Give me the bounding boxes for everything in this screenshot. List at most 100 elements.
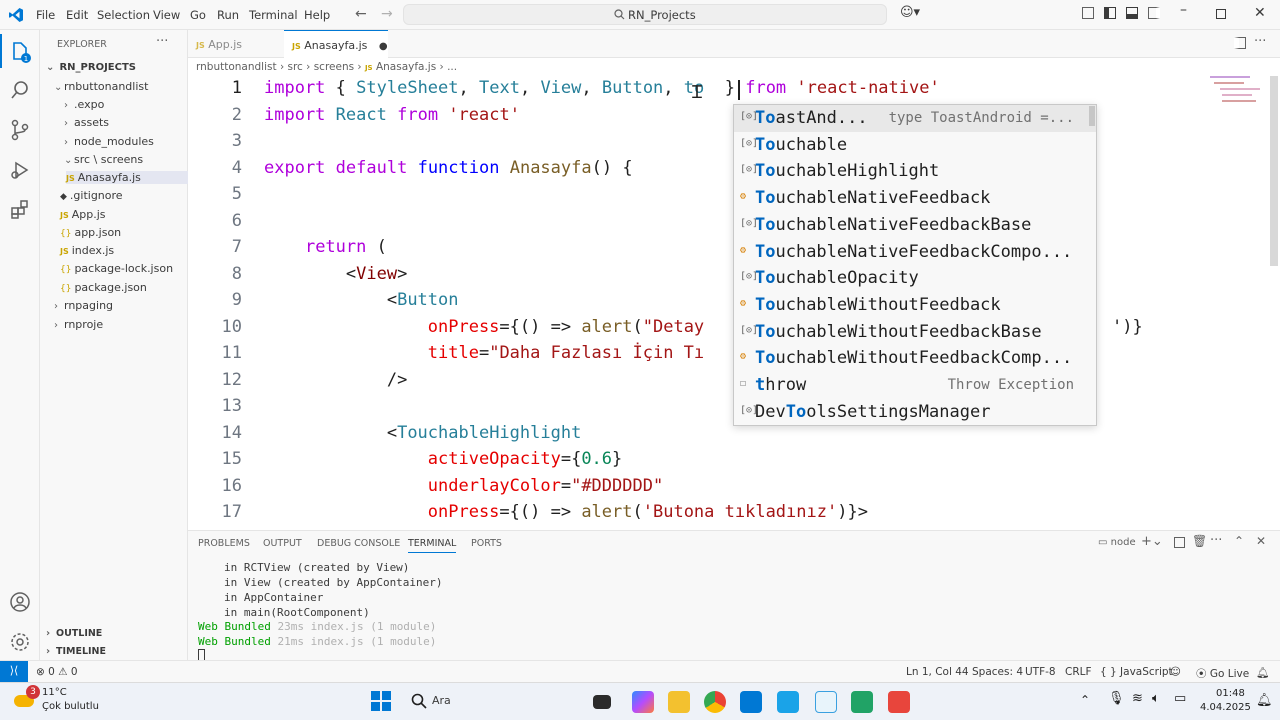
breadcrumb-item[interactable]: screens [314,61,354,73]
minimize-icon[interactable]: – [1180,2,1187,18]
suggestion-item[interactable]: ⚙ TouchableNativeFeedbackCompo... [734,239,1096,266]
menu-go[interactable]: Go [190,8,206,22]
maximize-panel-icon[interactable]: ⌃ [1234,534,1244,548]
source-control-icon[interactable] [8,118,32,142]
menu-edit[interactable]: Edit [66,8,88,22]
breadcrumb-item[interactable]: src [287,61,302,73]
suggestion-item[interactable]: [⊙] TouchableNativeFeedbackBase [734,212,1096,239]
forward-arrow-icon[interactable]: → [381,6,393,22]
tab-terminal[interactable]: TERMINAL [408,538,457,553]
wifi-icon[interactable]: ≋ [1132,691,1143,706]
cursor-position[interactable]: Ln 1, Col 44 [906,666,969,678]
suggestion-item[interactable]: [⊙] TouchableWithoutFeedbackBase [734,319,1096,346]
suggestion-scrollbar[interactable] [1089,106,1095,126]
encoding[interactable]: UTF-8 [1025,666,1056,678]
more-actions-icon[interactable]: ··· [156,34,168,49]
suggestion-item[interactable]: [⊙] ToastAnd... type ToastAndroid =... [734,105,1096,132]
indentation[interactable]: Spaces: 4 [972,666,1023,678]
tree-file-app-js[interactable]: JS App.js [60,208,106,221]
split-editor-icon[interactable] [1234,37,1246,49]
search-icon[interactable] [411,693,427,709]
windows-start-icon[interactable] [371,691,391,711]
copilot-icon[interactable]: ☺▾ [900,5,920,20]
breadcrumb-item[interactable]: ... [447,61,457,73]
tree-file-gitignore[interactable]: ◆ .gitignore [60,189,123,202]
toggle-sidebar-icon[interactable] [1104,7,1116,19]
command-center-search[interactable]: RN_Projects [403,4,887,25]
suggestion-item[interactable]: [⊙] TouchableOpacity [734,265,1096,292]
workspace-root[interactable]: ⌄ RN_PROJECTS [46,62,136,73]
tree-folder-node-modules[interactable]: › node_modules [64,135,154,148]
timeline-section[interactable]: › TIMELINE [46,646,106,657]
more-actions-icon[interactable]: ··· [1254,34,1266,49]
tab-app-js[interactable]: JS App.js [188,30,284,58]
breadcrumb-item[interactable]: rnbuttonandlist [196,61,277,73]
maximize-icon[interactable] [1216,9,1226,19]
explorer-icon[interactable]: 1 [8,40,32,64]
outline-section[interactable]: › OUTLINE [46,628,102,639]
autocomplete-suggestions[interactable]: [⊙] ToastAnd... type ToastAndroid =... [⊙]… [733,104,1097,426]
task-view-icon[interactable] [593,695,611,709]
tree-folder-expo[interactable]: › .expo [64,98,104,111]
account-icon[interactable] [8,590,32,614]
tree-folder-assets[interactable]: › assets [64,116,109,129]
go-live[interactable]: ⦿ Go Live [1196,666,1249,681]
suggestion-item[interactable]: ⚙ TouchableWithoutFeedback [734,292,1096,319]
split-terminal-icon[interactable] [1174,537,1185,548]
suggestion-item[interactable]: ⚙ TouchableNativeFeedback [734,185,1096,212]
terminal-selector[interactable]: ▭ node [1098,537,1136,548]
trash-icon[interactable]: 🗑 [1192,534,1207,548]
tree-folder-rnpaging[interactable]: › rnpaging [54,299,113,312]
extensions-icon[interactable] [8,198,32,222]
problems-count[interactable]: ⊗ 0 ⚠ 0 [36,666,78,678]
notifications-bell-icon[interactable]: 🔔︎ [1256,666,1269,679]
battery-icon[interactable]: ▭ [1174,691,1186,706]
clock-date[interactable]: 4.04.2025 [1200,702,1251,713]
vscode-taskbar-icon[interactable] [740,691,762,713]
run-debug-icon[interactable] [8,158,32,182]
back-arrow-icon[interactable]: ← [355,6,367,22]
taskbar-search-label[interactable]: Ara [432,694,451,707]
android-studio-icon[interactable] [851,691,873,713]
minimap[interactable] [1210,76,1268,106]
tab-problems[interactable]: PROBLEMS [198,538,250,549]
search-icon[interactable] [8,78,32,102]
tree-file-index-js[interactable]: JS index.js [60,244,114,257]
more-actions-icon[interactable]: ··· [1210,533,1222,548]
unsaved-dot-icon[interactable]: ● [379,41,388,52]
end-of-line[interactable]: CRLF [1065,666,1092,678]
menu-selection[interactable]: Selection [97,8,150,22]
language-mode[interactable]: { } JavaScript [1100,666,1173,678]
menu-help[interactable]: Help [304,8,330,22]
settings-gear-icon[interactable] [8,630,32,654]
phone-link-icon[interactable] [815,691,837,713]
file-explorer-icon[interactable] [668,691,690,713]
copilot-app-icon[interactable] [632,691,654,713]
menu-view[interactable]: View [153,8,180,22]
tab-debug-console[interactable]: DEBUG CONSOLE [317,538,400,549]
suggestion-item[interactable]: ☐ throw Throw Exception [734,372,1096,399]
suggestion-item[interactable]: [⊙] TouchableHighlight [734,158,1096,185]
menu-terminal[interactable]: Terminal [249,8,298,22]
notifications-bell-icon[interactable]: 🔔︎ [1256,693,1273,708]
suggestion-item[interactable]: [⊙] DevToolsSettingsManager [734,399,1096,426]
suggestion-item[interactable]: [⊙] Touchable [734,132,1096,159]
microphone-icon[interactable]: 🎙︎ [1108,691,1125,706]
menu-run[interactable]: Run [217,8,239,22]
close-icon[interactable]: ✕ [1254,5,1266,21]
app-icon[interactable] [888,691,910,713]
tab-ports[interactable]: PORTS [471,538,502,549]
volume-icon[interactable]: 🔈︎ [1152,691,1160,706]
customize-layout-icon[interactable] [1082,7,1094,19]
chevron-up-icon[interactable]: ⌃ [1080,693,1090,707]
tree-folder-rnproje[interactable]: › rnproje [54,318,103,331]
toggle-secondary-sidebar-icon[interactable] [1148,7,1160,19]
tree-file-anasayfa[interactable]: JS Anasayfa.js [66,171,188,184]
tree-file-package-lock[interactable]: {} package-lock.json [60,262,173,275]
suggestion-item[interactable]: ⚙ TouchableWithoutFeedbackComp... [734,345,1096,372]
tab-anasayfa-js[interactable]: JS Anasayfa.js ● [284,30,388,58]
tree-folder-rnbuttonandlist[interactable]: ⌄ rnbuttonandlist [54,80,148,93]
tree-file-package-json[interactable]: {} package.json [60,281,147,294]
menu-file[interactable]: File [36,8,55,22]
toggle-panel-icon[interactable] [1126,7,1138,19]
